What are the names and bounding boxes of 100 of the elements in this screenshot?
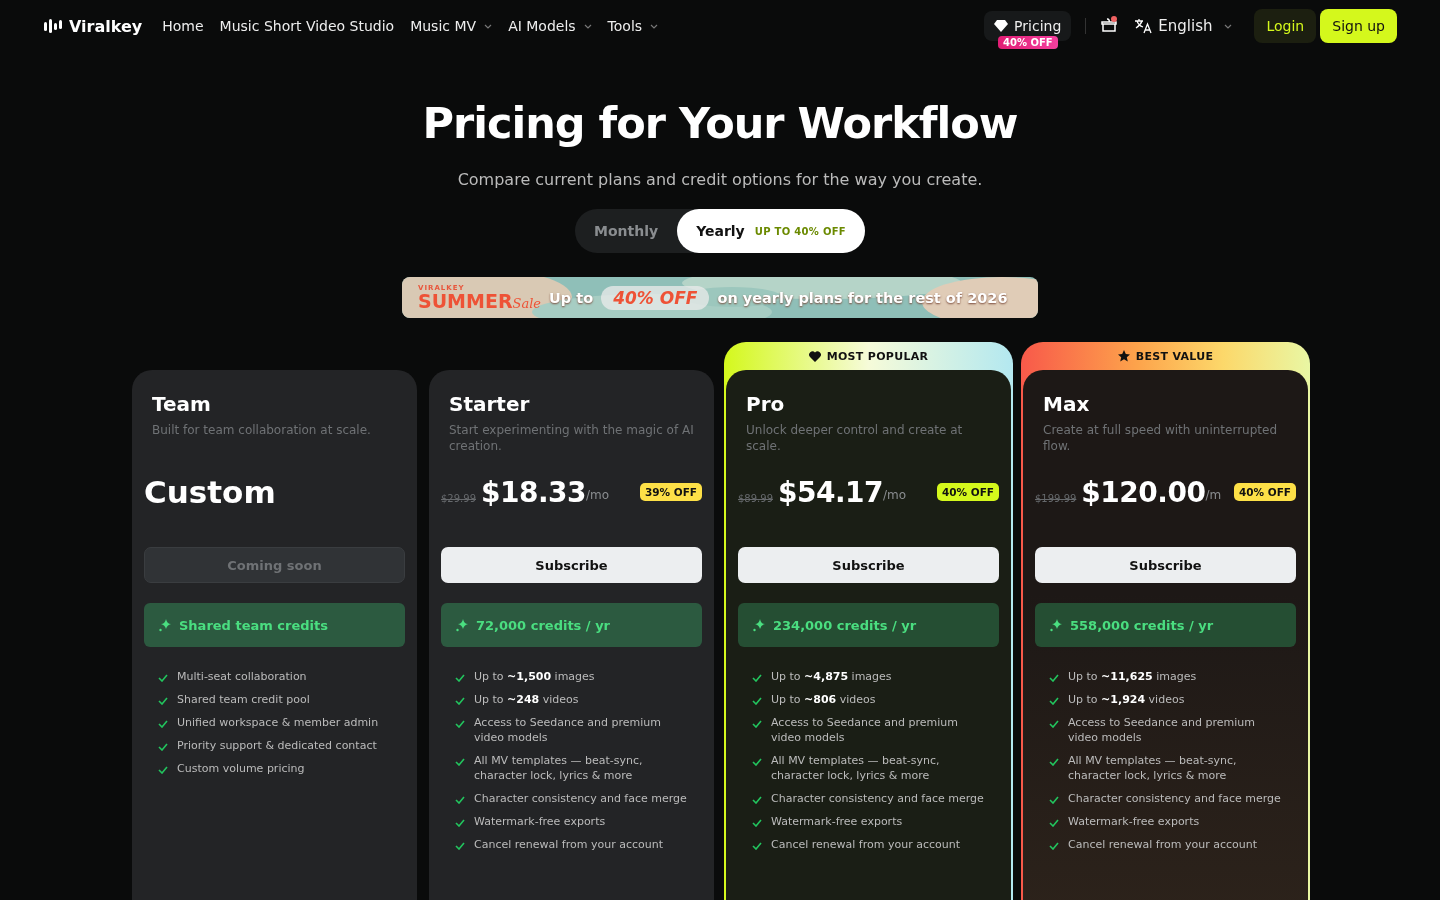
feature-text: Character consistency and face merge [474,791,687,806]
check-icon [455,819,465,827]
sparkle-icon [158,618,172,632]
billing-option[interactable]: Yearly UP TO 40% OFF [677,209,865,253]
check-icon [1049,758,1059,766]
login-button[interactable]: Login [1254,9,1317,43]
nav-link[interactable]: Music MV [410,18,493,34]
banner-script: Sale [512,295,542,311]
heart-icon [808,350,821,362]
feature-text: Access to Seedance and premium video models [474,715,662,745]
nav-link[interactable]: Tools [607,18,659,34]
discount-badge: 40% OFF [998,36,1058,49]
check-icon [158,697,168,705]
original-price: $89.99 [738,492,773,504]
check-icon [752,842,762,850]
plan-price: $120.00 [1081,475,1206,509]
check-icon [455,697,465,705]
waveform-logo-icon [43,18,63,34]
credits-label: 72,000 credits / yr [476,617,611,633]
sparkle-icon [455,618,469,632]
custom-price: Custom [144,474,276,510]
feature-text: Cancel renewal from your account [771,837,960,852]
feature-text: Shared team credit pool [177,692,310,707]
plan-tagline: Create at full speed with uninterrupted flow. [1043,422,1279,454]
feature-text: Up to ~4,875 images [771,669,892,684]
credits-label: 234,000 credits / yr [773,617,917,633]
original-price: $29.99 [441,492,476,504]
discount-badge: 39% OFF [639,483,702,501]
plan-tagline: Built for team collaboration at scale. [152,422,372,439]
feature-text: Character consistency and face merge [771,791,984,806]
price-period: /mo [883,488,907,502]
check-icon [158,743,168,751]
signup-button[interactable]: Sign up [1320,9,1397,43]
feature-text: Access to Seedance and premium video models [771,715,959,745]
chevron-down-icon [1224,23,1233,29]
translate-icon [1134,18,1153,34]
check-icon [752,720,762,728]
discount-badge: 40% OFF [936,483,999,501]
nav-link[interactable]: AI Models [508,18,592,34]
price-period: /mo [586,488,610,502]
check-icon [752,819,762,827]
check-icon [1049,842,1059,850]
nav-link[interactable]: Home [162,18,204,34]
feature-text: Up to ~11,625 images [1068,669,1197,684]
billing-option[interactable]: Monthly [575,209,678,253]
feature-text: Watermark-free exports [771,814,903,829]
diamond-icon [994,20,1009,32]
check-icon [1049,796,1059,804]
page-title: Pricing for Your Workflow [422,98,1018,148]
check-icon [752,697,762,705]
check-icon [752,796,762,804]
feature-text: Custom volume pricing [177,761,305,776]
credits-label: Shared team credits [179,617,328,633]
feature-text: Unified workspace & member admin [177,715,379,730]
sparkle-icon [752,618,766,632]
check-icon [455,796,465,804]
star-icon [1117,350,1130,362]
subscribe-button[interactable]: Subscribe [1035,547,1296,583]
subscribe-button[interactable]: Subscribe [738,547,999,583]
banner-title: SUMMER [418,289,513,312]
feature-text: All MV templates — beat-sync, character lock, lyrics & more [1068,753,1238,783]
price-period: /m [1205,488,1222,502]
language-selector[interactable]: English [1128,16,1239,36]
plan-tagline: Start experimenting with the magic of AI creation. [449,422,694,454]
plan-price: $18.33 [481,475,587,509]
page-subtitle: Compare current plans and credit options for the way you create. [457,170,983,189]
check-icon [1049,720,1059,728]
nav-link[interactable]: Music Short Video Studio [219,18,395,34]
plan-name: Max [1043,392,1091,416]
feature-text: Watermark-free exports [1068,814,1200,829]
check-icon [158,674,168,682]
plan-name: Starter [449,392,531,416]
plan-name: Team [152,392,212,416]
feature-text: Priority support & dedicated contact [177,738,377,753]
logo[interactable]: Viralkey [43,16,143,36]
plan-name: Pro [746,392,786,416]
sparkle-icon [1049,618,1063,632]
credits-label: 558,000 credits / yr [1070,617,1214,633]
subscribe-button[interactable]: Subscribe [441,547,702,583]
check-icon [455,720,465,728]
plan-price: $54.17 [778,475,884,509]
feature-text: Up to ~806 videos [771,692,876,707]
feature-text: Multi-seat collaboration [177,669,307,684]
original-price: $199.99 [1035,492,1077,504]
check-icon [1049,819,1059,827]
feature-text: Watermark-free exports [474,814,606,829]
check-icon [752,674,762,682]
plan-tagline: Unlock deeper control and create at scale. [746,422,964,454]
feature-text: Up to ~248 videos [474,692,579,707]
feature-text: Up to ~1,500 images [474,669,595,684]
feature-text: Character consistency and face merge [1068,791,1281,806]
ribbon-label: MOST POPULAR [826,349,929,363]
feature-text: Up to ~1,924 videos [1068,692,1185,707]
banner-text: Up to [549,289,594,306]
feature-text: Access to Seedance and premium video models [1068,715,1256,745]
feature-text: Cancel renewal from your account [474,837,663,852]
check-icon [455,842,465,850]
check-icon [1049,674,1059,682]
discount-label: UP TO 40% OFF [754,225,846,237]
feature-text: All MV templates — beat-sync, character lock, lyrics & more [474,753,644,783]
